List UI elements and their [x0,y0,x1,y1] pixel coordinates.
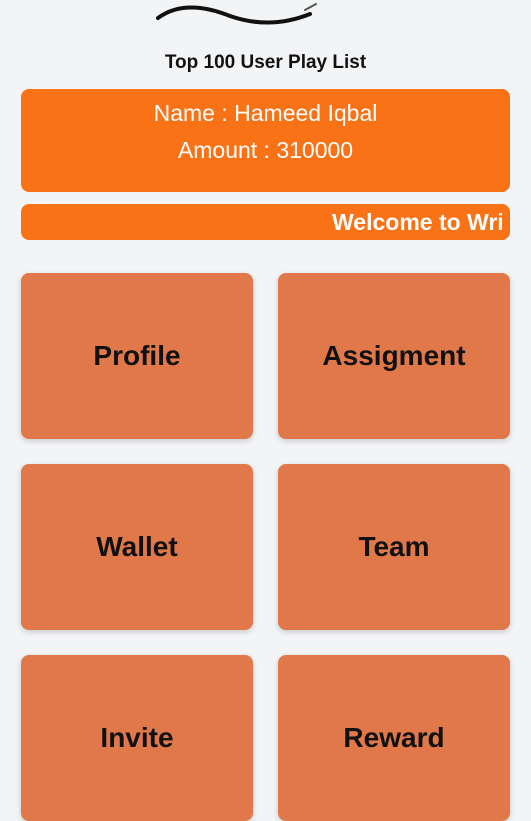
profile-button[interactable]: Profile [21,273,253,439]
wallet-button[interactable]: Wallet [21,464,253,630]
reward-label: Reward [343,722,445,753]
wallet-label: Wallet [96,531,178,562]
reward-button[interactable]: Reward [278,655,510,821]
user-info-card: Name : Hameed Iqbal Amount : 310000 [21,89,510,192]
invite-button[interactable]: Invite [21,655,253,821]
team-button[interactable]: Team [278,464,510,630]
logo-swoosh [156,3,317,25]
profile-label: Profile [93,340,181,371]
page-title: Top 100 User Play List [164,52,367,73]
user-amount: Amount : 310000 [177,137,354,163]
invite-label: Invite [100,722,174,753]
user-name: Name : Hameed Iqbal [153,100,378,126]
welcome-marquee: Welcome to Wri [21,204,510,240]
marquee-text: Welcome to Wri [332,209,504,235]
assignment-label: Assigment [322,340,466,371]
team-label: Team [358,531,430,562]
assignment-button[interactable]: Assigment [278,273,510,439]
